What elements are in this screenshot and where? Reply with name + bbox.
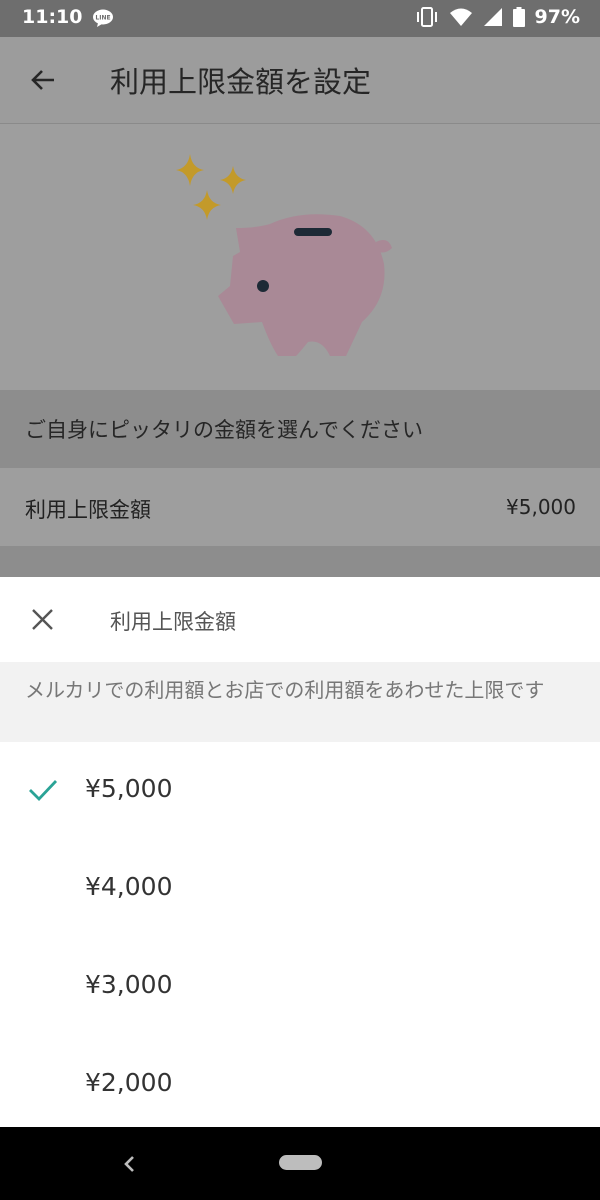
sheet-description-text: メルカリでの利用額とお店での利用額をあわせた上限です bbox=[25, 678, 545, 702]
limit-label: 利用上限金額 bbox=[25, 498, 151, 522]
option-amount: ¥2,000 bbox=[85, 1068, 173, 1097]
sheet-title: 利用上限金額 bbox=[110, 610, 236, 634]
section-divider bbox=[0, 546, 600, 577]
option-item[interactable]: ¥3,000 bbox=[0, 938, 600, 1036]
line-app-icon: LINE bbox=[93, 9, 113, 27]
limit-value: ¥5,000 bbox=[506, 495, 576, 519]
battery-percent: 97% bbox=[534, 6, 580, 28]
system-nav-bar bbox=[0, 1127, 600, 1200]
limit-row[interactable]: 利用上限金額 ¥5,000 bbox=[0, 468, 600, 546]
limit-bottom-sheet: 利用上限金額 メルカリでの利用額とお店での利用額をあわせた上限です ¥5,000… bbox=[0, 577, 600, 1127]
page-title: 利用上限金額を設定 bbox=[110, 65, 372, 99]
nav-back-icon[interactable] bbox=[120, 1153, 140, 1175]
cell-signal-icon bbox=[483, 8, 502, 26]
close-icon[interactable] bbox=[30, 607, 55, 632]
sheet-header: 利用上限金額 bbox=[0, 577, 600, 662]
svg-text:LINE: LINE bbox=[95, 15, 110, 22]
check-icon bbox=[29, 780, 58, 802]
sheet-description: メルカリでの利用額とお店での利用額をあわせた上限です bbox=[0, 662, 600, 742]
prompt-row: ご自身にピッタリの金額を選んでください bbox=[0, 390, 600, 468]
status-bar: 11:10 LINE 97% bbox=[0, 0, 600, 37]
back-arrow-icon[interactable] bbox=[28, 65, 58, 95]
piggy-bank-illustration bbox=[176, 154, 392, 356]
nav-home-pill[interactable] bbox=[279, 1155, 322, 1170]
option-item[interactable]: ¥5,000 bbox=[0, 742, 600, 840]
sparkle-icon bbox=[176, 154, 246, 220]
battery-icon bbox=[512, 7, 525, 27]
status-time: 11:10 bbox=[22, 6, 83, 28]
vibrate-icon bbox=[416, 7, 437, 27]
app-bar: 利用上限金額を設定 bbox=[0, 37, 600, 124]
status-icons: 97% bbox=[415, 6, 580, 28]
prompt-text: ご自身にピッタリの金額を選んでください bbox=[25, 418, 423, 442]
option-amount: ¥4,000 bbox=[85, 872, 173, 901]
option-item[interactable]: ¥2,000 bbox=[0, 1036, 600, 1134]
option-amount: ¥3,000 bbox=[85, 970, 173, 999]
option-item[interactable]: ¥4,000 bbox=[0, 840, 600, 938]
option-amount: ¥5,000 bbox=[85, 774, 173, 803]
wifi-icon bbox=[449, 8, 472, 26]
hero-illustration bbox=[0, 124, 600, 390]
